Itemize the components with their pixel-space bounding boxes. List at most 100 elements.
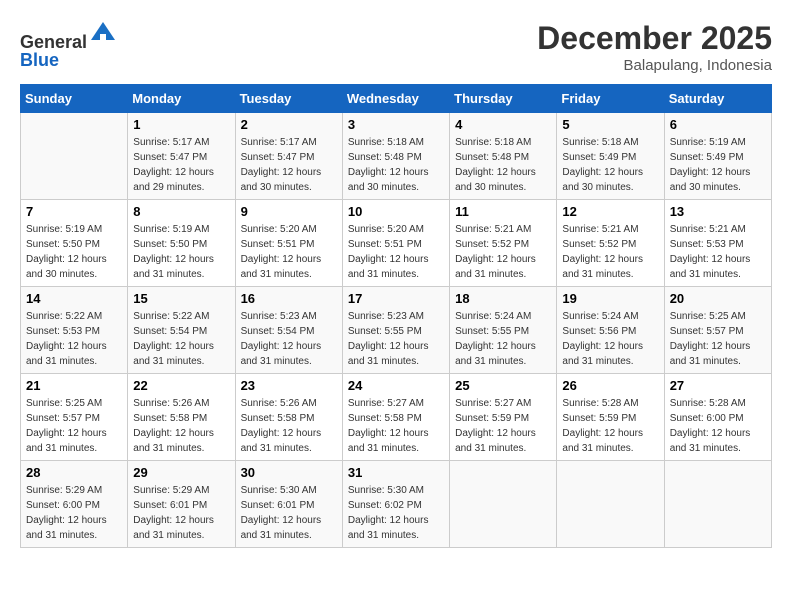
day-info: Sunrise: 5:26 AMSunset: 5:58 PMDaylight:…	[133, 396, 229, 456]
day-number: 8	[133, 204, 229, 219]
day-number: 9	[241, 204, 337, 219]
calendar-week-1: 1 Sunrise: 5:17 AMSunset: 5:47 PMDaylight…	[21, 113, 772, 200]
day-number: 6	[670, 117, 766, 132]
calendar-cell: 13 Sunrise: 5:21 AMSunset: 5:53 PMDayligh…	[664, 200, 771, 287]
day-number: 27	[670, 378, 766, 393]
calendar-cell: 29 Sunrise: 5:29 AMSunset: 6:01 PMDayligh…	[128, 461, 235, 548]
calendar-cell	[450, 461, 557, 548]
calendar-cell: 24 Sunrise: 5:27 AMSunset: 5:58 PMDayligh…	[342, 374, 449, 461]
calendar-cell: 3 Sunrise: 5:18 AMSunset: 5:48 PMDaylight…	[342, 113, 449, 200]
calendar-cell: 11Sunrise: 5:21 AMSunset: 5:52 PMDayligh…	[450, 200, 557, 287]
day-number: 13	[670, 204, 766, 219]
day-number: 22	[133, 378, 229, 393]
calendar-cell: 26 Sunrise: 5:28 AMSunset: 5:59 PMDayligh…	[557, 374, 664, 461]
day-info: Sunrise: 5:24 AMSunset: 5:56 PMDaylight:…	[562, 309, 658, 369]
calendar-cell: 31Sunrise: 5:30 AMSunset: 6:02 PMDayligh…	[342, 461, 449, 548]
day-number: 2	[241, 117, 337, 132]
calendar-cell: 28 Sunrise: 5:29 AMSunset: 6:00 PMDayligh…	[21, 461, 128, 548]
day-number: 21	[26, 378, 122, 393]
day-info: Sunrise: 5:17 AMSunset: 5:47 PMDaylight:…	[133, 135, 229, 195]
day-info: Sunrise: 5:19 AMSunset: 5:50 PMDaylight:…	[133, 222, 229, 282]
day-number: 14	[26, 291, 122, 306]
calendar-cell: 19 Sunrise: 5:24 AMSunset: 5:56 PMDayligh…	[557, 287, 664, 374]
calendar-cell: 2 Sunrise: 5:17 AMSunset: 5:47 PMDaylight…	[235, 113, 342, 200]
day-info: Sunrise: 5:26 AMSunset: 5:58 PMDaylight:…	[241, 396, 337, 456]
day-info: Sunrise: 5:29 AMSunset: 6:00 PMDaylight:…	[26, 483, 122, 543]
day-number: 30	[241, 465, 337, 480]
day-info: Sunrise: 5:22 AMSunset: 5:54 PMDaylight:…	[133, 309, 229, 369]
calendar-cell: 15 Sunrise: 5:22 AMSunset: 5:54 PMDayligh…	[128, 287, 235, 374]
day-info: Sunrise: 5:18 AMSunset: 5:48 PMDaylight:…	[348, 135, 444, 195]
day-number: 18	[455, 291, 551, 306]
day-info: Sunrise: 5:28 AMSunset: 6:00 PMDaylight:…	[670, 396, 766, 456]
calendar-cell: 27 Sunrise: 5:28 AMSunset: 6:00 PMDayligh…	[664, 374, 771, 461]
day-number: 15	[133, 291, 229, 306]
day-number: 3	[348, 117, 444, 132]
day-number: 11	[455, 204, 551, 219]
logo-blue: Blue	[20, 50, 59, 70]
day-info: Sunrise: 5:21 AMSunset: 5:53 PMDaylight:…	[670, 222, 766, 282]
calendar-week-3: 14 Sunrise: 5:22 AMSunset: 5:53 PMDayligh…	[21, 287, 772, 374]
day-info: Sunrise: 5:27 AMSunset: 5:59 PMDaylight:…	[455, 396, 551, 456]
day-number: 1	[133, 117, 229, 132]
col-header-saturday: Saturday	[664, 85, 771, 113]
calendar-cell: 16 Sunrise: 5:23 AMSunset: 5:54 PMDayligh…	[235, 287, 342, 374]
day-info: Sunrise: 5:23 AMSunset: 5:55 PMDaylight:…	[348, 309, 444, 369]
day-info: Sunrise: 5:27 AMSunset: 5:58 PMDaylight:…	[348, 396, 444, 456]
col-header-monday: Monday	[128, 85, 235, 113]
day-number: 20	[670, 291, 766, 306]
day-info: Sunrise: 5:18 AMSunset: 5:48 PMDaylight:…	[455, 135, 551, 195]
day-info: Sunrise: 5:18 AMSunset: 5:49 PMDaylight:…	[562, 135, 658, 195]
col-header-wednesday: Wednesday	[342, 85, 449, 113]
day-number: 23	[241, 378, 337, 393]
day-info: Sunrise: 5:24 AMSunset: 5:55 PMDaylight:…	[455, 309, 551, 369]
calendar-header-row: SundayMondayTuesdayWednesdayThursdayFrid…	[21, 85, 772, 113]
day-number: 16	[241, 291, 337, 306]
calendar-cell: 10Sunrise: 5:20 AMSunset: 5:51 PMDayligh…	[342, 200, 449, 287]
calendar-cell: 12Sunrise: 5:21 AMSunset: 5:52 PMDayligh…	[557, 200, 664, 287]
calendar-table: SundayMondayTuesdayWednesdayThursdayFrid…	[20, 84, 772, 548]
title-block: December 2025 Balapulang, Indonesia	[537, 20, 772, 74]
day-number: 24	[348, 378, 444, 393]
calendar-cell: 4Sunrise: 5:18 AMSunset: 5:48 PMDaylight…	[450, 113, 557, 200]
day-number: 26	[562, 378, 658, 393]
day-info: Sunrise: 5:30 AMSunset: 6:01 PMDaylight:…	[241, 483, 337, 543]
day-info: Sunrise: 5:23 AMSunset: 5:54 PMDaylight:…	[241, 309, 337, 369]
calendar-cell: 22 Sunrise: 5:26 AMSunset: 5:58 PMDayligh…	[128, 374, 235, 461]
day-info: Sunrise: 5:22 AMSunset: 5:53 PMDaylight:…	[26, 309, 122, 369]
day-info: Sunrise: 5:25 AMSunset: 5:57 PMDaylight:…	[670, 309, 766, 369]
day-number: 31	[348, 465, 444, 480]
day-info: Sunrise: 5:19 AMSunset: 5:50 PMDaylight:…	[26, 222, 122, 282]
day-info: Sunrise: 5:29 AMSunset: 6:01 PMDaylight:…	[133, 483, 229, 543]
day-number: 10	[348, 204, 444, 219]
calendar-cell: 5Sunrise: 5:18 AMSunset: 5:49 PMDaylight…	[557, 113, 664, 200]
day-number: 25	[455, 378, 551, 393]
day-number: 28	[26, 465, 122, 480]
col-header-tuesday: Tuesday	[235, 85, 342, 113]
day-number: 19	[562, 291, 658, 306]
logo-icon	[89, 20, 117, 48]
day-info: Sunrise: 5:19 AMSunset: 5:49 PMDaylight:…	[670, 135, 766, 195]
calendar-cell: 1 Sunrise: 5:17 AMSunset: 5:47 PMDaylight…	[128, 113, 235, 200]
calendar-cell	[664, 461, 771, 548]
calendar-cell: 20 Sunrise: 5:25 AMSunset: 5:57 PMDayligh…	[664, 287, 771, 374]
calendar-cell: 23 Sunrise: 5:26 AMSunset: 5:58 PMDayligh…	[235, 374, 342, 461]
day-number: 29	[133, 465, 229, 480]
day-info: Sunrise: 5:17 AMSunset: 5:47 PMDaylight:…	[241, 135, 337, 195]
calendar-cell	[21, 113, 128, 200]
day-number: 17	[348, 291, 444, 306]
col-header-thursday: Thursday	[450, 85, 557, 113]
month-title: December 2025	[537, 20, 772, 57]
page-header: General Blue December 2025 Balapulang, I…	[20, 20, 772, 74]
calendar-cell: 18 Sunrise: 5:24 AMSunset: 5:55 PMDayligh…	[450, 287, 557, 374]
day-info: Sunrise: 5:28 AMSunset: 5:59 PMDaylight:…	[562, 396, 658, 456]
col-header-friday: Friday	[557, 85, 664, 113]
calendar-cell: 17 Sunrise: 5:23 AMSunset: 5:55 PMDayligh…	[342, 287, 449, 374]
calendar-cell	[557, 461, 664, 548]
day-info: Sunrise: 5:25 AMSunset: 5:57 PMDaylight:…	[26, 396, 122, 456]
calendar-cell: 14 Sunrise: 5:22 AMSunset: 5:53 PMDayligh…	[21, 287, 128, 374]
calendar-week-2: 7Sunrise: 5:19 AMSunset: 5:50 PMDaylight…	[21, 200, 772, 287]
calendar-cell: 21 Sunrise: 5:25 AMSunset: 5:57 PMDayligh…	[21, 374, 128, 461]
location: Balapulang, Indonesia	[537, 57, 772, 74]
day-info: Sunrise: 5:21 AMSunset: 5:52 PMDaylight:…	[562, 222, 658, 282]
